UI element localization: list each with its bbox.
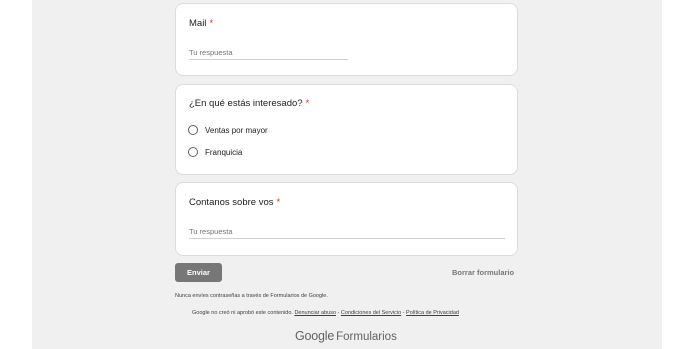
question-card-contanos: Contanos sobre vos * Tu respuesta: [175, 182, 518, 256]
radio-button[interactable]: [188, 147, 198, 157]
terms-of-service-link[interactable]: Condiciones del Servicio: [341, 310, 401, 316]
radio-option-label: Franquicia: [205, 147, 243, 157]
radio-option-ventas-por-mayor[interactable]: Ventas por mayor: [188, 125, 268, 135]
question-card-interest: ¿En qué estás interesado? * Ventas por ma…: [175, 84, 518, 175]
footer-disclaimer: Google no creó ni aprobó este contenido.…: [192, 310, 459, 316]
radio-option-label: Ventas por mayor: [205, 125, 268, 135]
answer-placeholder: Tu respuesta: [189, 48, 233, 57]
question-title-text: Contanos sobre vos: [189, 197, 274, 208]
answer-placeholder: Tu respuesta: [189, 227, 233, 236]
password-warning: Nunca envíes contraseñas a través de For…: [175, 293, 328, 299]
question-card-mail: Mail * Tu respuesta: [175, 3, 518, 76]
mail-answer-input[interactable]: Tu respuesta: [189, 48, 348, 60]
question-title-text: ¿En qué estás interesado?: [189, 98, 303, 109]
report-abuse-link[interactable]: Denunciar abuso: [294, 310, 336, 316]
question-title-text: Mail: [189, 18, 207, 29]
logo-google-text: Google: [295, 329, 335, 343]
privacy-policy-link[interactable]: Política de Privacidad: [406, 310, 459, 316]
contanos-answer-input[interactable]: Tu respuesta: [189, 227, 505, 239]
clear-form-button[interactable]: Borrar formulario: [452, 268, 514, 277]
required-asterisk: *: [209, 18, 214, 29]
question-title-mail: Mail *: [189, 18, 213, 29]
logo-product-text: Formularios: [336, 331, 397, 343]
question-title-contanos: Contanos sobre vos *: [189, 197, 280, 208]
question-title-interest: ¿En qué estás interesado? *: [189, 98, 309, 109]
radio-button[interactable]: [188, 125, 198, 135]
google-forms-logo[interactable]: Google Formularios: [295, 328, 397, 344]
submit-button[interactable]: Enviar: [175, 263, 222, 282]
required-asterisk: *: [305, 98, 310, 109]
required-asterisk: *: [276, 197, 281, 208]
disclaimer-text: Google no creó ni aprobó este contenido.: [192, 310, 293, 316]
radio-option-franquicia[interactable]: Franquicia: [188, 147, 242, 157]
